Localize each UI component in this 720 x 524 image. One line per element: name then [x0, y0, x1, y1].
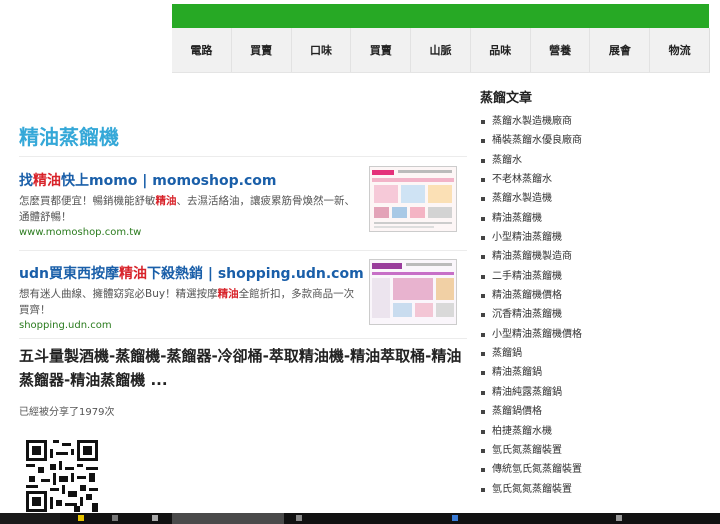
ad-title-highlight: 精油: [33, 173, 61, 189]
sidebar-article-link[interactable]: 蒸餾水製造機: [480, 189, 705, 208]
nav-item-9[interactable]: 物流: [650, 28, 709, 72]
ad-thumbnail[interactable]: [369, 166, 457, 232]
taskbar-segment: [0, 513, 60, 524]
sidebar-article-link[interactable]: 小型精油蒸餾機: [480, 228, 705, 247]
nav-item-1[interactable]: 電路: [172, 28, 232, 72]
nav-item-5[interactable]: 山脈: [411, 28, 471, 72]
sidebar-article-link[interactable]: 傳統氫氏氮蒸餾裝置: [480, 460, 705, 479]
share-count: 已經被分享了1979次: [19, 407, 115, 418]
sidebar-article-link[interactable]: 精油蒸餾機價格: [480, 286, 705, 305]
sidebar: 蒸餾文章 蒸餾水製造機廠商 桶裝蒸餾水優良廠商 蒸餾水 不老林蒸餾水 蒸餾水製造…: [480, 87, 705, 499]
ad-description: 怎麼買都便宜！暢銷機能舒敏精油、去濕活絡油，讓疲累筋骨煥然一新、通體舒暢！: [19, 195, 355, 223]
app-icon[interactable]: [452, 515, 458, 521]
divider: [19, 338, 467, 339]
app-icon[interactable]: [296, 515, 302, 521]
qr-code: [26, 440, 98, 516]
nav-item-8[interactable]: 展會: [590, 28, 651, 72]
sidebar-article-link[interactable]: 氫氏氮氮蒸餾裝置: [480, 480, 705, 499]
ad-title-highlight: 精油: [118, 266, 147, 282]
sidebar-article-link[interactable]: 不老林蒸餾水: [480, 170, 705, 189]
ad-thumbnail[interactable]: [369, 259, 457, 325]
article-title[interactable]: 五斗量製酒機-蒸餾機-蒸餾器-冷卻桶-萃取精油機-精油萃取桶-精油蒸餾器-精油蒸…: [19, 344, 467, 392]
sidebar-article-link[interactable]: 蒸餾水: [480, 151, 705, 170]
divider: [19, 156, 467, 157]
ad-thumbnail-image: [370, 260, 456, 324]
ad-description: 想有迷人曲線、擁體窈窕必Buy！精選按摩精油全館折扣，多款商品一次買齊！: [19, 288, 355, 316]
sidebar-article-link[interactable]: 沉香精油蒸餾機: [480, 305, 705, 324]
tray-icon[interactable]: [616, 515, 622, 521]
sidebar-article-link[interactable]: 氫氏氮蒸餾裝置: [480, 441, 705, 460]
nav-item-2[interactable]: 買賣: [232, 28, 292, 72]
nav-item-6[interactable]: 品味: [471, 28, 531, 72]
ad-title-text: udn買東西按摩: [19, 266, 119, 282]
qr-code-image: [26, 440, 98, 512]
sidebar-article-link[interactable]: 桶裝蒸餾水優良廠商: [480, 131, 705, 150]
nav-item-7[interactable]: 營養: [531, 28, 591, 72]
sidebar-article-list: 蒸餾水製造機廠商 桶裝蒸餾水優良廠商 蒸餾水 不老林蒸餾水 蒸餾水製造機 精油蒸…: [480, 112, 705, 499]
sidebar-article-link[interactable]: 精油純露蒸餾鍋: [480, 383, 705, 402]
sidebar-article-link[interactable]: 蒸餾水製造機廠商: [480, 112, 705, 131]
ad-block-2: udn買東西按摩精油下殺熱銷 | shopping.udn.com 想有迷人曲線…: [19, 259, 467, 331]
ad-thumbnail-image: [370, 167, 456, 231]
ad-title-text: 找: [19, 173, 33, 189]
sidebar-article-link[interactable]: 精油蒸餾鍋: [480, 363, 705, 382]
ad-block-1: 找精油快上momo | momoshop.com 怎麼買都便宜！暢銷機能舒敏精油…: [19, 166, 467, 238]
ad-title-text: 快上momo | momoshop.com: [61, 173, 277, 189]
top-green-bar: [172, 4, 709, 28]
ad-title-text: 下殺熱銷 | shopping.udn.com: [146, 266, 364, 282]
nav-item-4[interactable]: 買賣: [351, 28, 412, 72]
sidebar-article-link[interactable]: 蒸餾鍋價格: [480, 402, 705, 421]
sidebar-article-link[interactable]: 柏捷蒸餾水機: [480, 422, 705, 441]
sidebar-article-link[interactable]: 精油蒸餾機製造商: [480, 247, 705, 266]
nav-item-3[interactable]: 口味: [292, 28, 352, 72]
taskbar-active-window[interactable]: [172, 513, 284, 524]
folder-icon[interactable]: [78, 515, 84, 521]
page-title: 精油蒸餾機: [19, 125, 119, 149]
sidebar-heading: 蒸餾文章: [480, 91, 533, 106]
sidebar-article-link[interactable]: 二手精油蒸餾機: [480, 267, 705, 286]
category-nav: 電路 買賣 口味 買賣 山脈 品味 營養 展會 物流: [172, 28, 710, 73]
sidebar-article-link[interactable]: 小型精油蒸餾機價格: [480, 325, 705, 344]
sidebar-article-link[interactable]: 精油蒸餾機: [480, 209, 705, 228]
app-icon[interactable]: [112, 515, 118, 521]
app-icon[interactable]: [152, 515, 158, 521]
taskbar: [0, 513, 720, 524]
divider: [19, 250, 467, 251]
sidebar-article-link[interactable]: 蒸餾鍋: [480, 344, 705, 363]
